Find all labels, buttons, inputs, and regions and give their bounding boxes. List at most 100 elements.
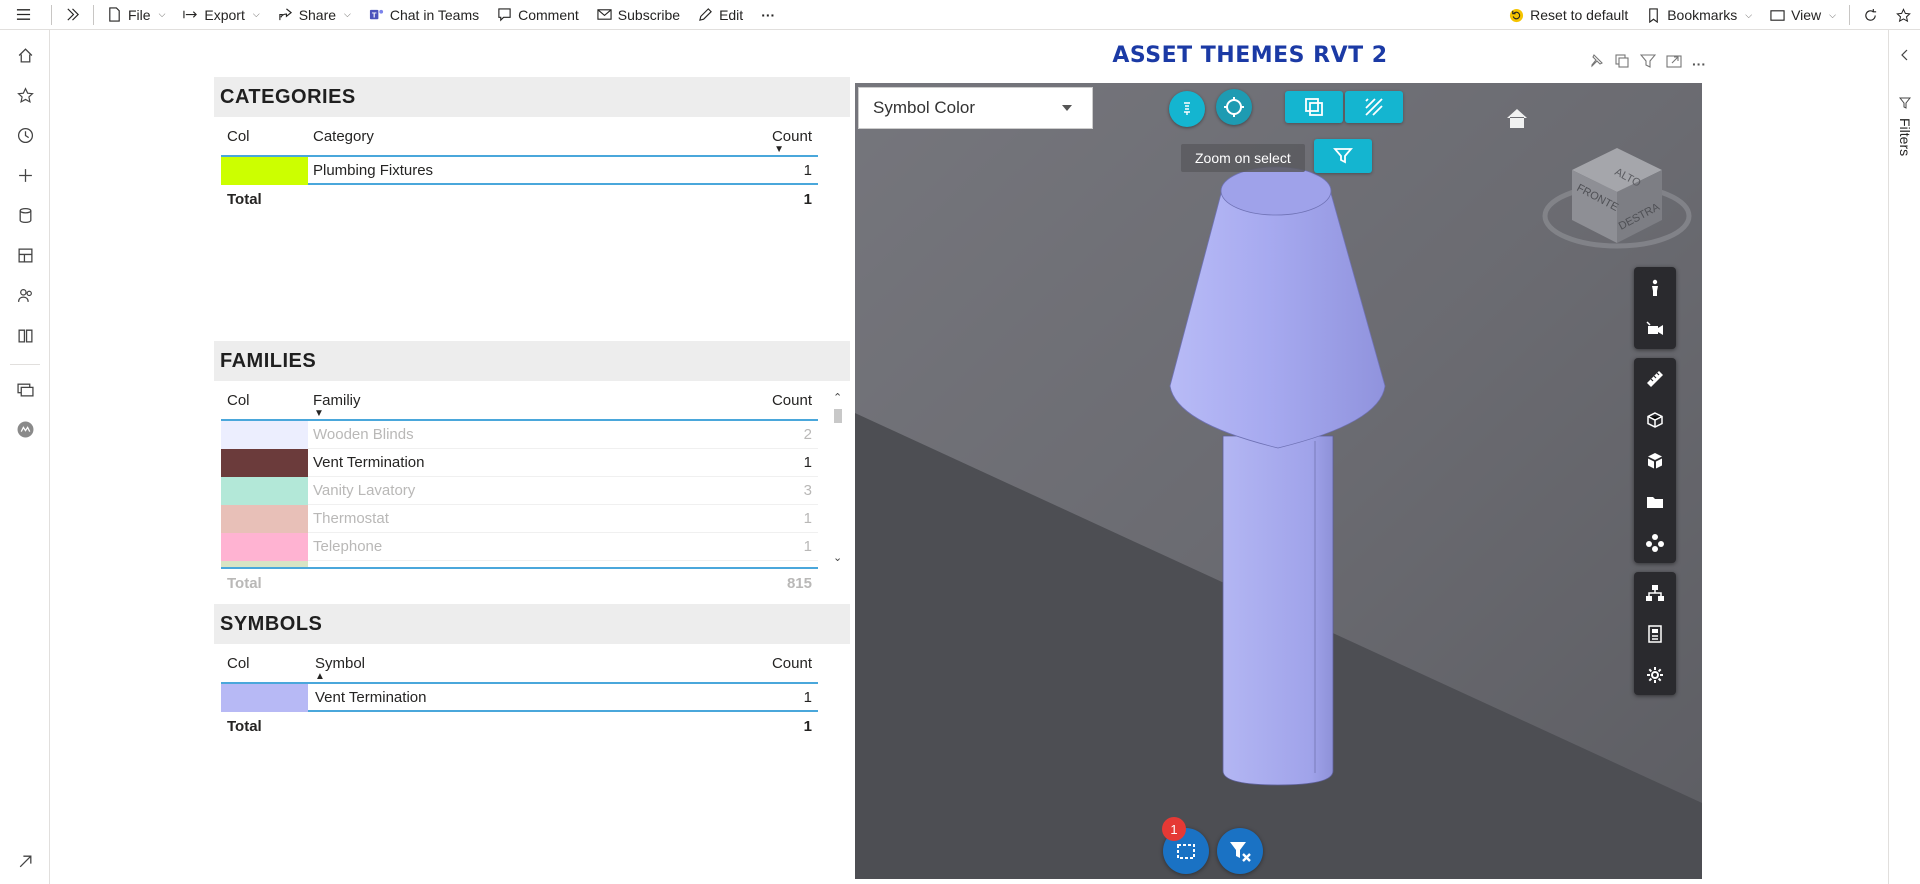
- hamburger-icon: [16, 9, 31, 20]
- subscribe-label: Subscribe: [617, 6, 681, 23]
- sort-list-icon: [1184, 102, 1190, 115]
- symbol-header[interactable]: Symbol: [315, 655, 365, 672]
- expand-nav-button[interactable]: [56, 0, 89, 30]
- model-structure-button[interactable]: [1634, 572, 1676, 613]
- chat-in-teams-button[interactable]: T Chat in Teams: [360, 0, 488, 30]
- section-box-button[interactable]: [1634, 399, 1676, 440]
- count-header[interactable]: Count: [772, 392, 812, 409]
- scroll-up-icon[interactable]: ⌃: [833, 391, 842, 404]
- view-menu-button[interactable]: View ⌵: [1761, 0, 1845, 30]
- color-swatch: [221, 505, 308, 533]
- isolate-selection-button[interactable]: [1285, 91, 1343, 123]
- model-browser-button[interactable]: [1634, 481, 1676, 522]
- nav-workspaces-button[interactable]: [12, 376, 38, 402]
- category-header[interactable]: Category: [313, 128, 374, 145]
- scroll-down-icon[interactable]: ⌄: [833, 551, 842, 564]
- measure-button[interactable]: [1634, 358, 1676, 399]
- section-hatch-button[interactable]: [1345, 91, 1403, 123]
- family-header[interactable]: Familiy: [313, 392, 361, 409]
- total-value: 1: [803, 190, 812, 208]
- col-header[interactable]: Col: [227, 655, 250, 672]
- more-options-button[interactable]: ···: [752, 0, 784, 30]
- chevron-down-icon: ⌵: [252, 9, 260, 19]
- tools-toolbar: [1634, 358, 1676, 563]
- edit-button[interactable]: Edit: [689, 0, 752, 30]
- nav-create-button[interactable]: [12, 162, 38, 188]
- nav-divider: [10, 364, 40, 365]
- symbol-name: Vent Termination: [315, 688, 427, 706]
- hamburger-menu-button[interactable]: [0, 0, 47, 30]
- molecule-icon: [1646, 533, 1664, 552]
- families-scrollbar[interactable]: ⌃ ⌄: [832, 391, 844, 586]
- nav-favorites-button[interactable]: [12, 82, 38, 108]
- table-row[interactable]: Vent Termination 1: [221, 684, 818, 712]
- table-row[interactable]: Thermostat 1: [221, 505, 818, 533]
- sort-order-button[interactable]: [1169, 91, 1205, 127]
- comment-button[interactable]: Comment: [488, 0, 588, 30]
- visual-more-options-button[interactable]: ···: [1692, 56, 1706, 72]
- col-header[interactable]: Col: [227, 392, 250, 409]
- people-icon: [17, 288, 32, 302]
- table-row[interactable]: Plumbing Fixtures 1: [221, 157, 818, 185]
- camera-button[interactable]: [1634, 308, 1676, 349]
- arrow-up-right-icon: [19, 855, 31, 867]
- export-menu-button[interactable]: Export ⌵: [174, 0, 268, 30]
- hatch-icon: [1365, 98, 1383, 116]
- focus-mode-button[interactable]: [1666, 53, 1682, 74]
- explode-model-button[interactable]: [1634, 440, 1676, 481]
- total-value: 815: [786, 574, 812, 592]
- expand-pane-button[interactable]: [1899, 48, 1911, 66]
- database-icon: [19, 207, 31, 223]
- scrollbar-thumb[interactable]: [834, 409, 842, 423]
- table-row[interactable]: Telephone 1: [221, 533, 818, 561]
- reset-label: Reset to default: [1530, 7, 1629, 23]
- total-label: Total: [227, 190, 262, 208]
- file-menu-button[interactable]: File ⌵: [98, 0, 174, 30]
- filters-pane-collapsed: Filters: [1888, 30, 1920, 884]
- copy-visual-button[interactable]: [1614, 53, 1630, 74]
- color-by-dropdown[interactable]: Symbol Color: [858, 87, 1093, 129]
- nav-current-workspace-button[interactable]: [12, 416, 38, 442]
- refresh-button[interactable]: [1854, 0, 1887, 30]
- nav-datasets-button[interactable]: [12, 202, 38, 228]
- count-header[interactable]: Count: [772, 655, 812, 672]
- dropdown-value: Symbol Color: [873, 98, 976, 117]
- properties-icon: [1648, 624, 1662, 643]
- nav-apps-button[interactable]: [12, 242, 38, 268]
- share-menu-button[interactable]: Share ⌵: [269, 0, 360, 30]
- filters-pane-label[interactable]: Filters: [1897, 118, 1913, 156]
- nav-recent-button[interactable]: [12, 122, 38, 148]
- nav-learn-button[interactable]: [12, 322, 38, 348]
- clear-filter-button[interactable]: [1217, 828, 1263, 874]
- isolate-icon: [1305, 98, 1323, 116]
- nav-home-button[interactable]: [12, 42, 38, 68]
- teams-icon: T: [369, 9, 383, 19]
- count-header[interactable]: Count: [772, 128, 812, 145]
- settings-button[interactable]: [1634, 654, 1676, 695]
- table-row[interactable]: Wooden Blinds 2: [221, 421, 818, 449]
- star-icon: [16, 86, 34, 103]
- sort-descending-icon: ▼: [314, 408, 324, 419]
- favorite-button[interactable]: [1887, 0, 1920, 30]
- visual-filters-button[interactable]: [1639, 53, 1657, 74]
- structure-button[interactable]: [1634, 522, 1676, 563]
- table-row[interactable]: Vent Termination 1: [221, 449, 818, 477]
- nav-open-external-button[interactable]: [12, 848, 38, 874]
- model-viewer[interactable]: ALTO FRONTE DESTRA Symbol Color Zoom on …: [855, 83, 1702, 879]
- zoom-on-select-toggle[interactable]: [1216, 89, 1252, 125]
- subscribe-button[interactable]: Subscribe: [588, 0, 689, 30]
- table-row[interactable]: Vanity Lavatory 3: [221, 477, 818, 505]
- bookmarks-menu-button[interactable]: Bookmarks ⌵: [1637, 0, 1761, 30]
- col-header[interactable]: Col: [227, 128, 250, 145]
- properties-button[interactable]: [1634, 613, 1676, 654]
- total-row: Total 1: [221, 185, 818, 213]
- selection-box-icon: [1177, 844, 1195, 859]
- model-scene[interactable]: ALTO FRONTE DESTRA: [855, 83, 1702, 879]
- pin-visual-button[interactable]: [1588, 53, 1604, 74]
- more-options-label: ···: [761, 6, 776, 23]
- reset-to-default-button[interactable]: Reset to default: [1500, 0, 1637, 30]
- first-person-button[interactable]: [1634, 267, 1676, 308]
- nav-shared-button[interactable]: [12, 282, 38, 308]
- share-label: Share: [298, 6, 337, 23]
- filter-model-button[interactable]: [1314, 139, 1372, 173]
